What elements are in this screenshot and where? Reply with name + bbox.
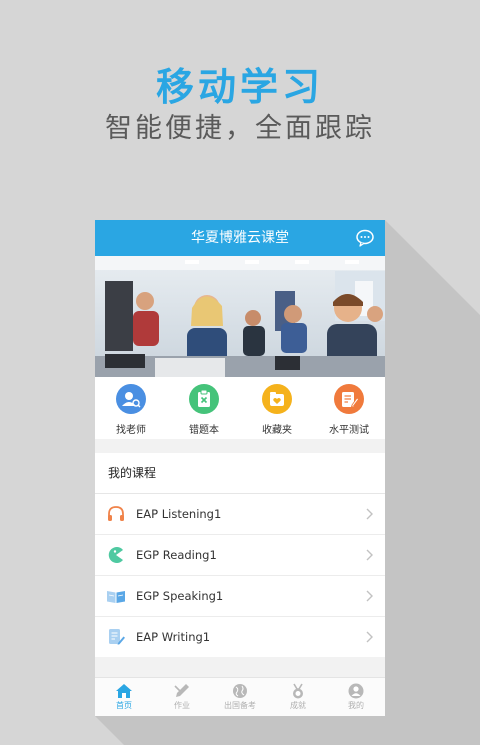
user-icon [348, 683, 364, 699]
globe-icon [233, 684, 247, 698]
tab-profile[interactable]: 我的 [327, 678, 385, 716]
chevron-right-icon [366, 590, 373, 602]
reading-pacman-icon [108, 547, 123, 563]
courses-header: 我的课程 [95, 453, 385, 494]
shortcut-label: 水平测试 [329, 425, 369, 436]
phone-screen: 华夏博雅云课堂 找老师 错题本 收藏夹 水平测试 我的课程 EAP Listen… [95, 220, 385, 716]
course-row-eap-listening[interactable]: EAP Listening1 [95, 494, 385, 535]
favorites-folder-icon [262, 384, 292, 414]
bottom-tab-bar: 首页 作业 出国备考 成就 我的 [95, 677, 385, 716]
homework-pencil-icon [174, 684, 189, 697]
tab-label: 首页 [116, 701, 132, 710]
app-bar: 华夏博雅云课堂 [95, 220, 385, 256]
hero-title: 移动学习 [155, 65, 324, 109]
shortcut-wrong-answers[interactable]: 错题本 [168, 377, 240, 439]
course-label: EAP Listening1 [136, 507, 222, 521]
chevron-right-icon [366, 508, 373, 520]
writing-document-icon [109, 629, 125, 645]
tab-label: 我的 [348, 701, 364, 710]
tab-homework[interactable]: 作业 [153, 678, 211, 716]
shortcut-find-teacher[interactable]: 找老师 [95, 377, 167, 439]
medal-icon [293, 683, 303, 699]
chat-bubble-icon[interactable] [355, 228, 375, 248]
shortcut-label: 错题本 [189, 425, 219, 436]
teacher-search-icon [116, 384, 146, 414]
shortcut-label: 找老师 [116, 425, 146, 436]
hero-subtitle: 智能便捷，全面跟踪 [105, 113, 375, 144]
level-test-edit-icon [334, 384, 364, 414]
course-label: EAP Writing1 [136, 630, 211, 644]
open-book-icon [107, 591, 125, 603]
course-label: EGP Reading1 [136, 548, 217, 562]
course-row-eap-writing[interactable]: EAP Writing1 [95, 617, 385, 657]
tab-label: 成就 [290, 701, 306, 710]
wrong-answers-clipboard-icon [189, 384, 219, 414]
course-row-egp-speaking[interactable]: EGP Speaking1 [95, 576, 385, 617]
my-courses-section: 我的课程 EAP Listening1 EGP Reading1 EGP Spe… [95, 453, 385, 657]
chevron-right-icon [366, 549, 373, 561]
shortcut-grid: 找老师 错题本 收藏夹 水平测试 [95, 377, 385, 439]
app-title: 华夏博雅云课堂 [191, 230, 289, 246]
tab-label: 作业 [174, 701, 190, 710]
shortcut-favorites[interactable]: 收藏夹 [241, 377, 313, 439]
classroom-banner-image [95, 256, 385, 377]
chevron-right-icon [366, 631, 373, 643]
tab-study-abroad[interactable]: 出国备考 [211, 678, 269, 716]
course-label: EGP Speaking1 [136, 589, 224, 603]
shortcut-label: 收藏夹 [262, 425, 292, 436]
tab-home[interactable]: 首页 [95, 678, 153, 716]
tab-label: 出国备考 [224, 701, 256, 710]
home-icon [116, 684, 132, 698]
shortcut-level-test[interactable]: 水平测试 [313, 377, 385, 439]
course-row-egp-reading[interactable]: EGP Reading1 [95, 535, 385, 576]
headphones-icon [108, 506, 124, 521]
tab-achievements[interactable]: 成就 [269, 678, 327, 716]
